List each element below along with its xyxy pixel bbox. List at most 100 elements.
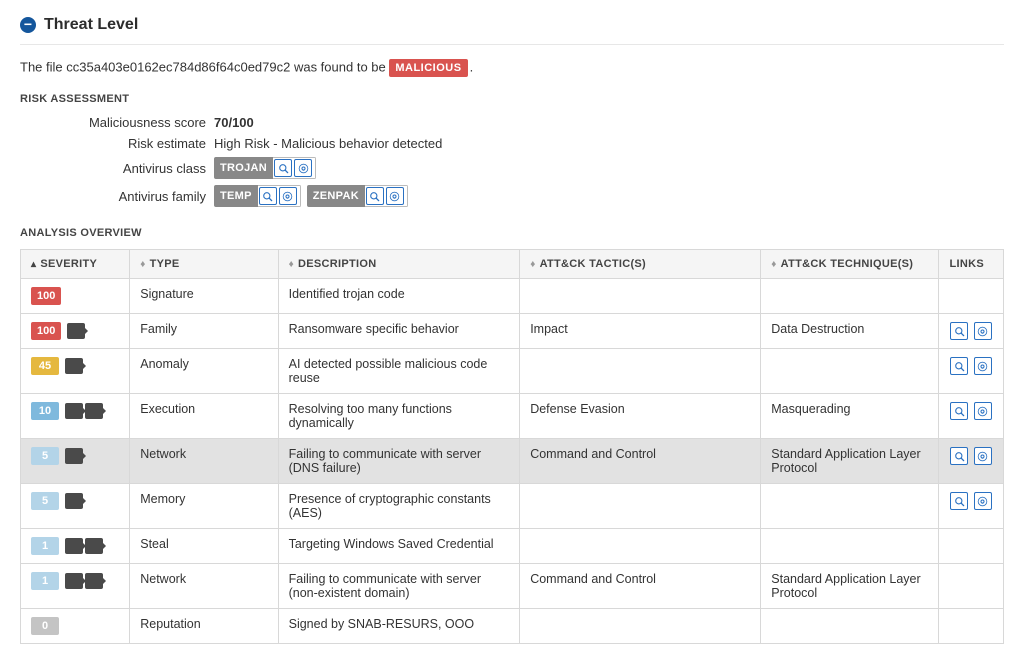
search-icon[interactable] xyxy=(366,187,384,205)
verdict-prefix: The file xyxy=(20,59,66,74)
table-row[interactable]: 100 Family Ransomware specific behavior … xyxy=(21,314,1004,349)
cell-type: Anomaly xyxy=(130,349,278,394)
cell-links xyxy=(939,394,1004,439)
file-hash: cc35a403e0162ec784d86f64c0ed79c2 xyxy=(66,59,290,74)
cell-description: Ransomware specific behavior xyxy=(278,314,520,349)
col-type[interactable]: ♦TYPE xyxy=(130,250,278,279)
sort-asc-icon: ▴ xyxy=(31,259,36,270)
cell-links xyxy=(939,529,1004,564)
col-links-label: LINKS xyxy=(949,258,984,270)
link-icon[interactable] xyxy=(974,447,992,465)
cell-description: Signed by SNAB-RESURS, OOO xyxy=(278,609,520,644)
table-row[interactable]: 10 Execution Resolving too many function… xyxy=(21,394,1004,439)
search-icon[interactable] xyxy=(950,402,968,420)
table-row[interactable]: 100 Signature Identified trojan code xyxy=(21,279,1004,314)
risk-estimate-label: Risk estimate xyxy=(44,136,214,151)
os-icons xyxy=(65,538,103,554)
search-icon[interactable] xyxy=(274,159,292,177)
cell-links xyxy=(939,349,1004,394)
cell-techniques: Standard Application Layer Protocol xyxy=(761,439,939,484)
severity-badge: 100 xyxy=(31,287,61,305)
cell-links xyxy=(939,439,1004,484)
col-links: LINKS xyxy=(939,250,1004,279)
cell-links xyxy=(939,314,1004,349)
tag-actions xyxy=(273,157,316,179)
col-techniques-label: ATT&CK TECHNIQUE(S) xyxy=(781,258,914,270)
cell-techniques xyxy=(761,484,939,529)
overview-heading: ANALYSIS OVERVIEW xyxy=(20,227,1004,239)
table-row[interactable]: 0 Reputation Signed by SNAB-RESURS, OOO xyxy=(21,609,1004,644)
cell-description: Presence of cryptographic constants (AES… xyxy=(278,484,520,529)
os-icons xyxy=(65,403,103,419)
cell-type: Steal xyxy=(130,529,278,564)
cell-tactics: Command and Control xyxy=(520,564,761,609)
table-row[interactable]: 45 Anomaly AI detected possible maliciou… xyxy=(21,349,1004,394)
av-family-value: TEMP ZENPAK xyxy=(214,185,1004,207)
search-icon[interactable] xyxy=(950,322,968,340)
os-icons xyxy=(65,448,83,464)
verdict-badge: MALICIOUS xyxy=(389,59,467,77)
severity-badge: 10 xyxy=(31,402,59,420)
table-row[interactable]: 1 Steal Targeting Windows Saved Credenti… xyxy=(21,529,1004,564)
tag: ZENPAK xyxy=(307,185,408,207)
cell-techniques xyxy=(761,349,939,394)
os-tag-icon xyxy=(67,323,85,339)
cell-type: Network xyxy=(130,564,278,609)
col-description-label: DESCRIPTION xyxy=(298,258,376,270)
table-row[interactable]: 5 Memory Presence of cryptographic const… xyxy=(21,484,1004,529)
analysis-table: ▴SEVERITY ♦TYPE ♦DESCRIPTION ♦ATT&CK TAC… xyxy=(20,249,1004,644)
section-header: − Threat Level xyxy=(20,16,1004,45)
severity-badge: 5 xyxy=(31,492,59,510)
os-tag-icon xyxy=(65,573,83,589)
tag: TROJAN xyxy=(214,157,316,179)
cell-tactics xyxy=(520,529,761,564)
av-class-label: Antivirus class xyxy=(44,161,214,176)
table-row[interactable]: 5 Network Failing to communicate with se… xyxy=(21,439,1004,484)
col-severity-label: SEVERITY xyxy=(40,258,97,270)
cell-tactics: Command and Control xyxy=(520,439,761,484)
col-description[interactable]: ♦DESCRIPTION xyxy=(278,250,520,279)
link-icon[interactable] xyxy=(974,322,992,340)
cell-type: Reputation xyxy=(130,609,278,644)
search-icon[interactable] xyxy=(259,187,277,205)
cell-type: Signature xyxy=(130,279,278,314)
col-techniques[interactable]: ♦ ATT&CK TECHNIQUE(S) xyxy=(761,250,939,279)
col-type-label: TYPE xyxy=(150,258,180,270)
search-icon[interactable] xyxy=(950,447,968,465)
search-icon[interactable] xyxy=(950,492,968,510)
verdict-line: The file cc35a403e0162ec784d86f64c0ed79c… xyxy=(20,59,1004,77)
os-icons xyxy=(65,493,83,509)
link-icon[interactable] xyxy=(294,159,312,177)
cell-severity: 5 xyxy=(21,484,130,529)
cell-description: Resolving too many functions dynamically xyxy=(278,394,520,439)
col-tactics-label: ATT&CK TACTIC(S) xyxy=(540,258,646,270)
os-tag-icon xyxy=(85,538,103,554)
cell-description: AI detected possible malicious code reus… xyxy=(278,349,520,394)
cell-type: Memory xyxy=(130,484,278,529)
cell-tactics xyxy=(520,349,761,394)
verdict-suffix: . xyxy=(470,59,474,74)
table-row[interactable]: 1 Network Failing to communicate with se… xyxy=(21,564,1004,609)
cell-severity: 0 xyxy=(21,609,130,644)
search-icon[interactable] xyxy=(950,357,968,375)
severity-badge: 1 xyxy=(31,572,59,590)
col-severity[interactable]: ▴ SEVERITY xyxy=(21,250,130,279)
severity-badge: 1 xyxy=(31,537,59,555)
severity-badge: 0 xyxy=(31,617,59,635)
link-icon[interactable] xyxy=(974,357,992,375)
verdict-middle: was found to be xyxy=(290,59,389,74)
page-title: Threat Level xyxy=(44,16,138,34)
cell-links xyxy=(939,564,1004,609)
col-tactics[interactable]: ♦ATT&CK TACTIC(S) xyxy=(520,250,761,279)
collapse-toggle[interactable]: − xyxy=(20,17,36,33)
cell-links xyxy=(939,484,1004,529)
minus-icon: − xyxy=(24,17,32,31)
link-icon[interactable] xyxy=(386,187,404,205)
cell-tactics xyxy=(520,279,761,314)
link-icon[interactable] xyxy=(279,187,297,205)
tag: TEMP xyxy=(214,185,301,207)
link-icon[interactable] xyxy=(974,402,992,420)
cell-techniques xyxy=(761,529,939,564)
link-icon[interactable] xyxy=(974,492,992,510)
sort-icon: ♦ xyxy=(771,259,776,270)
